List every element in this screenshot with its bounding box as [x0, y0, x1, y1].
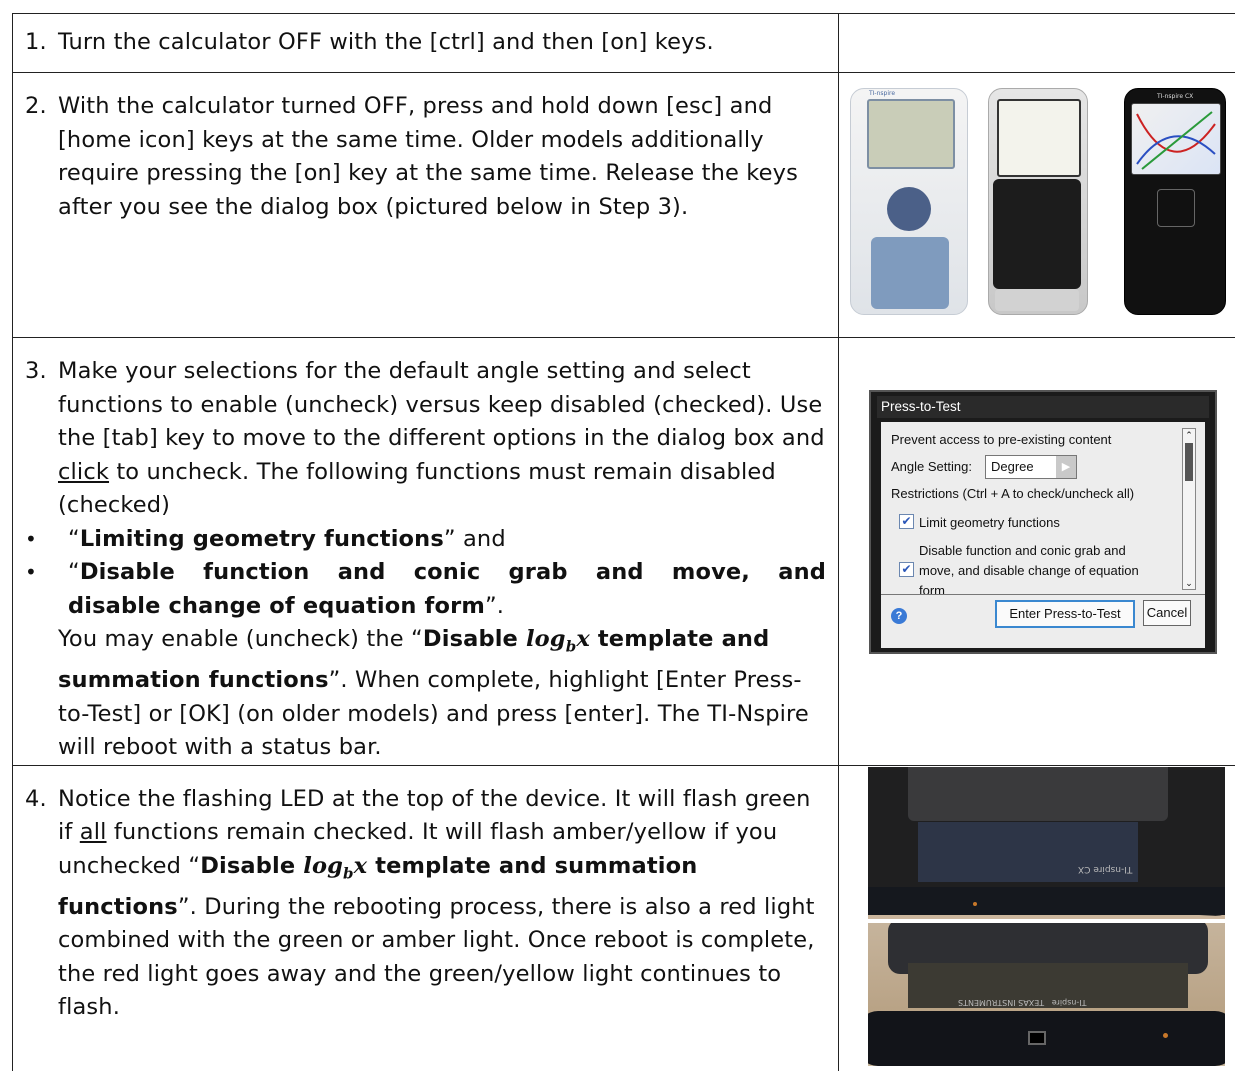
required-functions-list: “Limiting geometry functions” and “Disab… — [13, 523, 838, 624]
calculator-ti-nspire-white: TI-nspire — [850, 88, 968, 315]
bullet-disable-grab: “Disable function and conic grab and mov… — [13, 556, 838, 623]
calculator-logo: TI-nspire CX — [1157, 93, 1193, 100]
scroll-thumb[interactable] — [1185, 443, 1193, 481]
step-1-text: Turn the calculator OFF with the [ctrl] … — [58, 26, 828, 60]
disable-grab-checkbox[interactable]: ✔ — [899, 562, 914, 577]
touchpad — [1157, 189, 1195, 227]
step-row-1: 1. Turn the calculator OFF with the [ctr… — [13, 14, 1235, 73]
led-icon — [1163, 1033, 1168, 1038]
step-2-text: With the calculator turned OFF, press an… — [58, 90, 828, 224]
photo-ti-nspire-bottom: TI-nspire TEXAS INSTRUMENTS — [868, 923, 1225, 1066]
disable-grab-label-line3: form — [919, 583, 945, 594]
enter-press-to-test-button[interactable]: Enter Press-to-Test — [995, 600, 1135, 628]
dialog-panel: Prevent access to pre-existing content A… — [881, 422, 1205, 648]
graph-icon — [1132, 104, 1220, 174]
dialog-title: Press-to-Test — [877, 396, 1209, 418]
brand-label: TI-nspire TEXAS INSTRUMENTS — [958, 998, 1087, 1007]
help-icon[interactable]: ? — [891, 608, 907, 624]
click-word: click — [58, 459, 109, 485]
restrictions-label: Restrictions (Ctrl + A to check/uncheck … — [891, 486, 1134, 501]
calculator-ti-nspire-classic — [988, 88, 1088, 315]
bullet-1-bold: Limiting geometry functions — [80, 526, 444, 552]
cancel-button[interactable]: Cancel — [1143, 600, 1191, 626]
step-3-followup: You may enable (uncheck) the “Disable lo… — [13, 623, 838, 765]
bullet-2-bold-line1: Disable function and conic grab and move… — [80, 559, 826, 585]
angle-setting-value: Degree — [991, 459, 1034, 474]
step-number: 4. — [25, 783, 58, 1025]
bullet-2-bold-line2: disable change of equation form — [68, 593, 485, 619]
angle-setting-label: Angle Setting: — [891, 459, 972, 474]
step-4-text: Notice the flashing LED at the top of th… — [58, 783, 828, 1025]
calculator-ti-nspire-cx: TI-nspire CX — [1124, 88, 1226, 315]
calculator-logo: TI-nspire — [869, 90, 895, 97]
led-icon — [973, 902, 977, 906]
scroll-down-icon[interactable]: ⌄ — [1183, 577, 1195, 589]
step-1-image-cell — [839, 14, 1235, 73]
disable-grab-label-line1: Disable function and conic grab and — [919, 543, 1126, 558]
angle-setting-select[interactable]: Degree ▶ — [985, 455, 1077, 479]
limit-geometry-label: Limit geometry functions — [919, 515, 1060, 530]
step-1-text-cell: 1. Turn the calculator OFF with the [ctr… — [13, 14, 839, 73]
step-3-text-cell: 3. Make your selections for the default … — [13, 338, 839, 766]
disable-grab-label-line2: move, and disable change of equation — [919, 563, 1139, 578]
step-number: 1. — [25, 26, 58, 60]
navpad — [887, 187, 931, 231]
step-3-text: Make your selections for the default ang… — [58, 355, 828, 523]
prevent-access-label: Prevent access to pre-existing content — [891, 432, 1111, 447]
chevron-right-icon: ▶ — [1056, 456, 1076, 478]
limit-geometry-checkbox[interactable]: ✔ — [899, 514, 914, 529]
step-2-text-cell: 2. With the calculator turned OFF, press… — [13, 73, 839, 338]
step-number: 2. — [25, 90, 58, 224]
calculator-screen — [997, 99, 1081, 177]
press-to-test-dialog: Press-to-Test Prevent access to pre-exis… — [869, 390, 1217, 654]
step-3-intro-end: to uncheck. The following functions must… — [58, 459, 776, 519]
step-4-text-cell: 4. Notice the flashing LED at the top of… — [13, 765, 839, 1071]
all-word: all — [80, 819, 107, 845]
scroll-up-icon[interactable]: ⌃ — [1183, 429, 1195, 441]
dialog-scrollbar[interactable]: ⌃ ⌄ — [1182, 428, 1196, 590]
step-number: 3. — [25, 355, 58, 523]
bullet-limit-geometry: “Limiting geometry functions” and — [13, 523, 838, 557]
cx-label: TI-nspire CX — [1078, 864, 1132, 874]
photo-ti-nspire-cx-top: TI-nspire CX — [868, 767, 1225, 919]
step-3-intro: Make your selections for the default ang… — [58, 358, 825, 451]
calculator-screen — [1131, 103, 1221, 175]
usb-port — [1028, 1031, 1046, 1045]
calculator-screen — [867, 99, 955, 169]
